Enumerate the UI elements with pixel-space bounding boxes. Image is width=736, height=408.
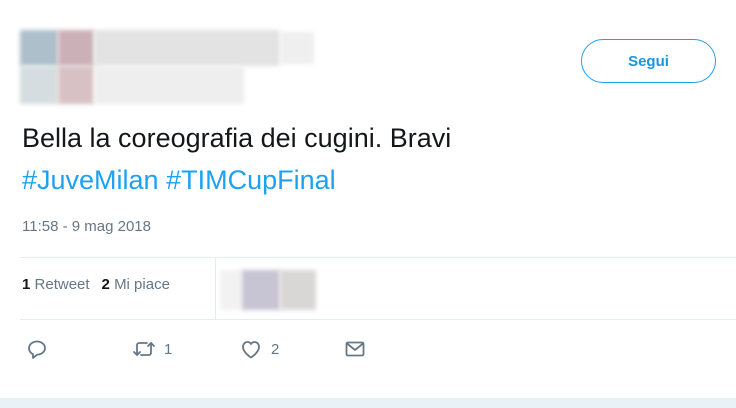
retweets-stat[interactable]: 1 Retweet — [22, 276, 90, 293]
retweets-label: Retweet — [34, 276, 90, 293]
like-count: 2 — [271, 340, 280, 358]
retweet-icon — [132, 338, 156, 360]
blur-block — [58, 66, 94, 104]
reply-button[interactable] — [26, 338, 48, 360]
blur-block — [20, 30, 58, 66]
retweet-count: 1 — [164, 340, 173, 358]
likers-avatars-blurred[interactable] — [220, 270, 320, 310]
retweet-button[interactable]: 1 — [132, 338, 172, 360]
blur-block — [58, 30, 94, 66]
bottom-strip — [0, 398, 736, 408]
retweets-count: 1 — [22, 276, 31, 293]
divider — [20, 319, 736, 320]
blur-block — [242, 270, 280, 310]
tweet-timestamp[interactable]: 11:58 - 9 mag 2018 — [22, 218, 151, 235]
tweet-card: Segui Bella la coreografia dei cugini. B… — [0, 0, 736, 408]
tweet-hashtags: #JuveMilan #TIMCupFinal — [22, 159, 712, 201]
like-button[interactable]: 2 — [239, 338, 279, 360]
follow-button[interactable]: Segui — [581, 39, 716, 83]
hashtag-link[interactable]: #JuveMilan — [22, 165, 159, 195]
blur-block — [20, 66, 58, 104]
reply-icon — [26, 338, 48, 360]
tweet-text-body: Bella la coreografia dei cugini. Bravi — [22, 123, 452, 153]
direct-message-button[interactable] — [344, 338, 366, 360]
blur-block — [280, 32, 314, 64]
author-info-blurred — [20, 30, 320, 106]
blur-block — [94, 66, 244, 104]
tweet-stats: 1 Retweet 2 Mi piace — [22, 276, 182, 293]
divider — [20, 257, 736, 258]
likes-stat[interactable]: 2 Mi piace — [102, 276, 170, 293]
tweet-text: Bella la coreografia dei cugini. Bravi #… — [22, 117, 712, 201]
blur-block — [280, 270, 316, 310]
stats-separator — [215, 258, 216, 319]
hashtag-link[interactable]: #TIMCupFinal — [166, 165, 336, 195]
heart-icon — [239, 338, 263, 360]
envelope-icon — [344, 338, 366, 360]
blur-block — [94, 30, 280, 66]
blur-block — [220, 270, 242, 310]
likes-label: Mi piace — [114, 276, 170, 293]
likes-count: 2 — [101, 276, 110, 293]
